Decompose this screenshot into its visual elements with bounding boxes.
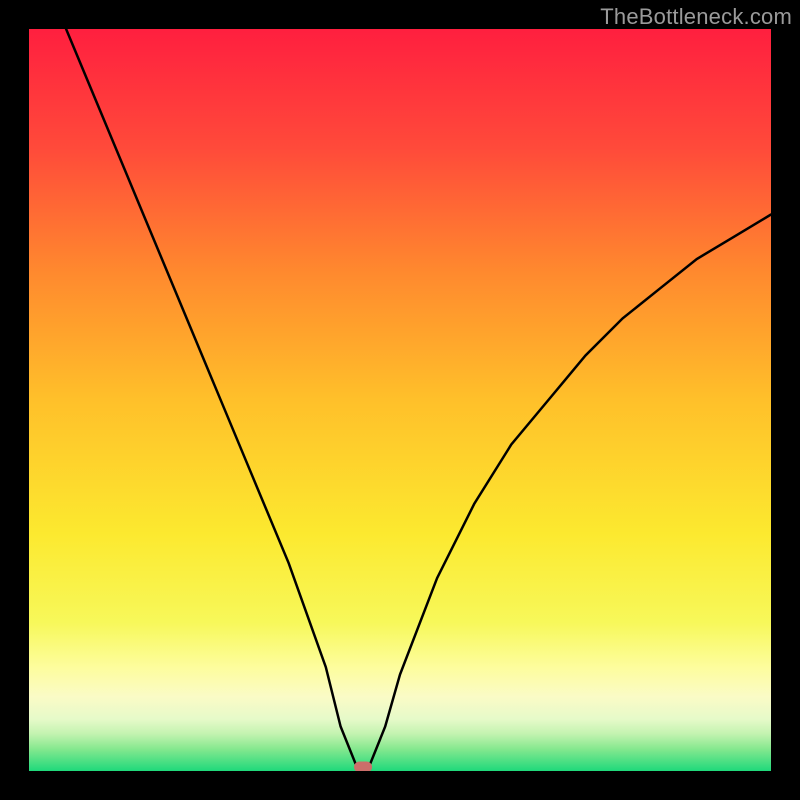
bottleneck-curve (29, 29, 771, 771)
chart-area (29, 29, 771, 771)
optimal-point-marker (354, 762, 372, 772)
watermark-text: TheBottleneck.com (600, 4, 792, 30)
